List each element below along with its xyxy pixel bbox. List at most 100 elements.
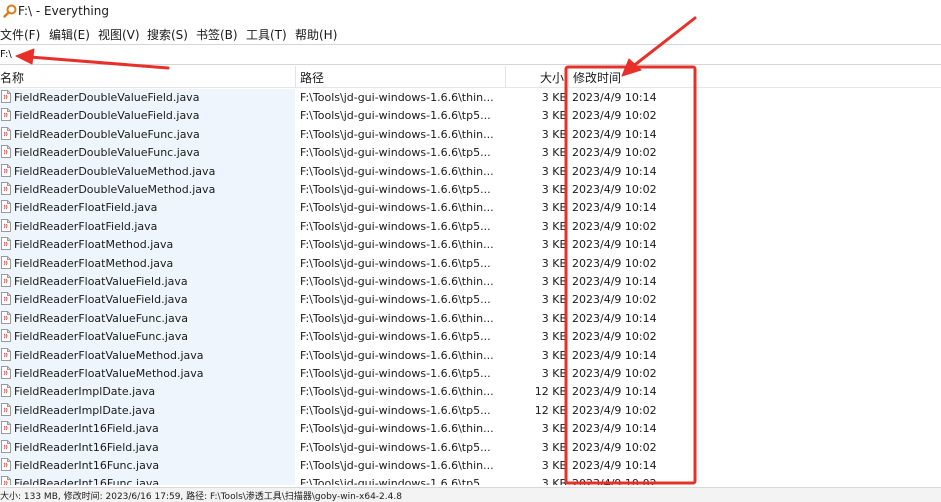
file-name: FieldReaderImplDate.java: [14, 385, 156, 399]
column-header-name[interactable]: 名称: [0, 69, 24, 86]
java-file-icon: [1, 347, 11, 361]
file-size: 3 KB: [541, 367, 567, 380]
column-header-date[interactable]: 修改时间: [573, 69, 621, 86]
file-name: FieldReaderFloatValueField.java: [14, 275, 188, 288]
file-name: FieldReaderDoubleValueField.java: [14, 109, 200, 123]
java-file-icon: [1, 237, 11, 251]
file-modified-date: 2023/4/9 10:02: [572, 146, 657, 160]
java-file-icon: [1, 329, 11, 343]
table-row[interactable]: FieldReaderDoubleValueMethod.java F:\Tool…: [0, 163, 941, 181]
file-size: 3 KB: [541, 422, 567, 436]
file-name: FieldReaderFloatField.java: [14, 219, 158, 233]
file-name: FieldReaderDoubleValueMethod.java: [14, 183, 216, 196]
file-name: FieldReaderFloatValueFunc.java: [14, 330, 188, 344]
file-path: F:\Tools\jd-gui-windows-1.6.6\thin...: [300, 422, 494, 436]
java-file-icon: [1, 402, 11, 416]
file-name: FieldReaderFloatValueField.java: [14, 293, 188, 307]
file-size: 3 KB: [541, 275, 567, 288]
file-path: F:\Tools\jd-gui-windows-1.6.6\tp5...: [300, 146, 491, 160]
table-row[interactable]: FieldReaderFloatValueFunc.java F:\Tools\j…: [0, 328, 941, 346]
java-file-icon: [1, 366, 11, 379]
table-row[interactable]: FieldReaderInt16Field.java F:\Tools\jd-gu…: [0, 439, 941, 457]
table-row[interactable]: FieldReaderFloatValueField.java F:\Tools\…: [0, 273, 941, 291]
menu-view[interactable]: 视图(V): [98, 26, 140, 43]
file-name: FieldReaderImplDate.java: [14, 403, 156, 417]
file-size: 3 KB: [541, 183, 567, 196]
status-text: 大小: 133 MB, 修改时间: 2023/6/16 17:59, 路径: F…: [0, 492, 402, 502]
file-path: F:\Tools\jd-gui-windows-1.6.6\tp5...: [300, 293, 491, 307]
window-title: F:\ - Everything: [18, 4, 109, 18]
file-path: F:\Tools\jd-gui-windows-1.6.6\thin...: [300, 385, 494, 399]
file-path: F:\Tools\jd-gui-windows-1.6.6\thin...: [300, 275, 494, 288]
file-size: 3 KB: [541, 330, 567, 344]
table-row[interactable]: FieldReaderFloatField.java F:\Tools\jd-gu…: [0, 199, 941, 217]
java-file-icon: [1, 163, 11, 177]
file-modified-date: 2023/4/9 10:02: [572, 403, 657, 417]
table-row[interactable]: FieldReaderDoubleValueFunc.java F:\Tools\…: [0, 144, 941, 162]
java-file-icon: [1, 310, 11, 324]
table-row[interactable]: FieldReaderFloatValueFunc.java F:\Tools\j…: [0, 310, 941, 328]
file-name: FieldReaderFloatValueFunc.java: [14, 311, 188, 325]
table-row[interactable]: FieldReaderFloatValueMethod.java F:\Tools…: [0, 347, 941, 365]
file-name: FieldReaderDoubleValueFunc.java: [14, 127, 200, 141]
java-file-icon: [1, 476, 11, 485]
file-size: 3 KB: [541, 256, 567, 270]
file-size: 3 KB: [541, 127, 567, 141]
file-path: F:\Tools\jd-gui-windows-1.6.6\tp5...: [300, 183, 491, 196]
file-modified-date: 2023/4/9 10:02: [572, 440, 657, 454]
java-file-icon: [1, 182, 11, 195]
file-path: F:\Tools\jd-gui-windows-1.6.6\thin...: [300, 91, 494, 104]
column-header-path[interactable]: 路径: [300, 69, 324, 86]
java-file-icon: [1, 200, 11, 214]
table-row[interactable]: FieldReaderFloatMethod.java F:\Tools\jd-g…: [0, 255, 941, 273]
file-path: F:\Tools\jd-gui-windows-1.6.6\tp5...: [300, 440, 491, 454]
file-modified-date: 2023/4/9 10:14: [572, 422, 657, 436]
file-name: FieldReaderFloatValueMethod.java: [14, 367, 204, 380]
table-row[interactable]: FieldReaderDoubleValueField.java F:\Tools…: [0, 107, 941, 125]
table-row[interactable]: FieldReaderInt16Field.java F:\Tools\jd-gu…: [0, 420, 941, 438]
table-row[interactable]: FieldReaderDoubleValueField.java F:\Tools…: [0, 89, 941, 107]
column-divider[interactable]: [505, 66, 506, 87]
table-row[interactable]: FieldReaderImplDate.java F:\Tools\jd-gui-…: [0, 383, 941, 401]
search-input[interactable]: [0, 46, 930, 62]
menu-help[interactable]: 帮助(H): [295, 26, 337, 43]
file-modified-date: 2023/4/9 10:02: [572, 330, 657, 344]
file-modified-date: 2023/4/9 10:14: [572, 385, 657, 399]
menu-tools[interactable]: 工具(T): [246, 26, 287, 43]
table-row[interactable]: FieldReaderInt16Func.java F:\Tools\jd-gui…: [0, 475, 941, 485]
java-file-icon: [1, 126, 11, 140]
menu-file[interactable]: 文件(F): [0, 26, 40, 43]
table-row[interactable]: FieldReaderFloatValueMethod.java F:\Tools…: [0, 365, 941, 383]
file-modified-date: 2023/4/9 10:14: [572, 238, 657, 252]
file-list: FieldReaderDoubleValueField.java F:\Tools…: [0, 89, 941, 485]
table-row[interactable]: FieldReaderFloatField.java F:\Tools\jd-gu…: [0, 218, 941, 236]
table-row[interactable]: FieldReaderInt16Func.java F:\Tools\jd-gui…: [0, 457, 941, 475]
table-row[interactable]: FieldReaderImplDate.java F:\Tools\jd-gui-…: [0, 402, 941, 420]
java-file-icon: [1, 108, 11, 122]
table-row[interactable]: FieldReaderDoubleValueMethod.java F:\Tool…: [0, 181, 941, 199]
file-modified-date: 2023/4/9 10:14: [572, 164, 657, 178]
file-size: 3 KB: [541, 238, 567, 252]
file-size: 3 KB: [541, 311, 567, 325]
file-name: FieldReaderFloatField.java: [14, 201, 158, 215]
java-file-icon: [1, 458, 11, 471]
file-name: FieldReaderDoubleValueField.java: [14, 91, 200, 104]
table-row[interactable]: FieldReaderDoubleValueFunc.java F:\Tools\…: [0, 126, 941, 144]
column-header: 名称 ^ 路径 大小 修改时间: [0, 65, 941, 88]
file-name: FieldReaderFloatValueMethod.java: [14, 348, 204, 362]
menu-bookmarks[interactable]: 书签(B): [196, 26, 238, 43]
file-size: 3 KB: [541, 477, 567, 485]
status-bar: 大小: 133 MB, 修改时间: 2023/6/16 17:59, 路径: F…: [0, 487, 941, 502]
column-divider[interactable]: [568, 66, 569, 87]
column-header-size[interactable]: 大小: [540, 69, 564, 86]
table-row[interactable]: FieldReaderFloatValueField.java F:\Tools\…: [0, 291, 941, 309]
file-modified-date: 2023/4/9 10:14: [572, 459, 657, 472]
file-name: FieldReaderDoubleValueMethod.java: [14, 164, 216, 178]
column-divider[interactable]: [295, 66, 296, 87]
sort-up-icon: ^: [142, 65, 150, 75]
menu-search[interactable]: 搜索(S): [147, 26, 188, 43]
menu-edit[interactable]: 编辑(E): [49, 26, 90, 43]
file-path: F:\Tools\jd-gui-windows-1.6.6\thin...: [300, 127, 494, 141]
java-file-icon: [1, 384, 11, 398]
table-row[interactable]: FieldReaderFloatMethod.java F:\Tools\jd-g…: [0, 236, 941, 254]
